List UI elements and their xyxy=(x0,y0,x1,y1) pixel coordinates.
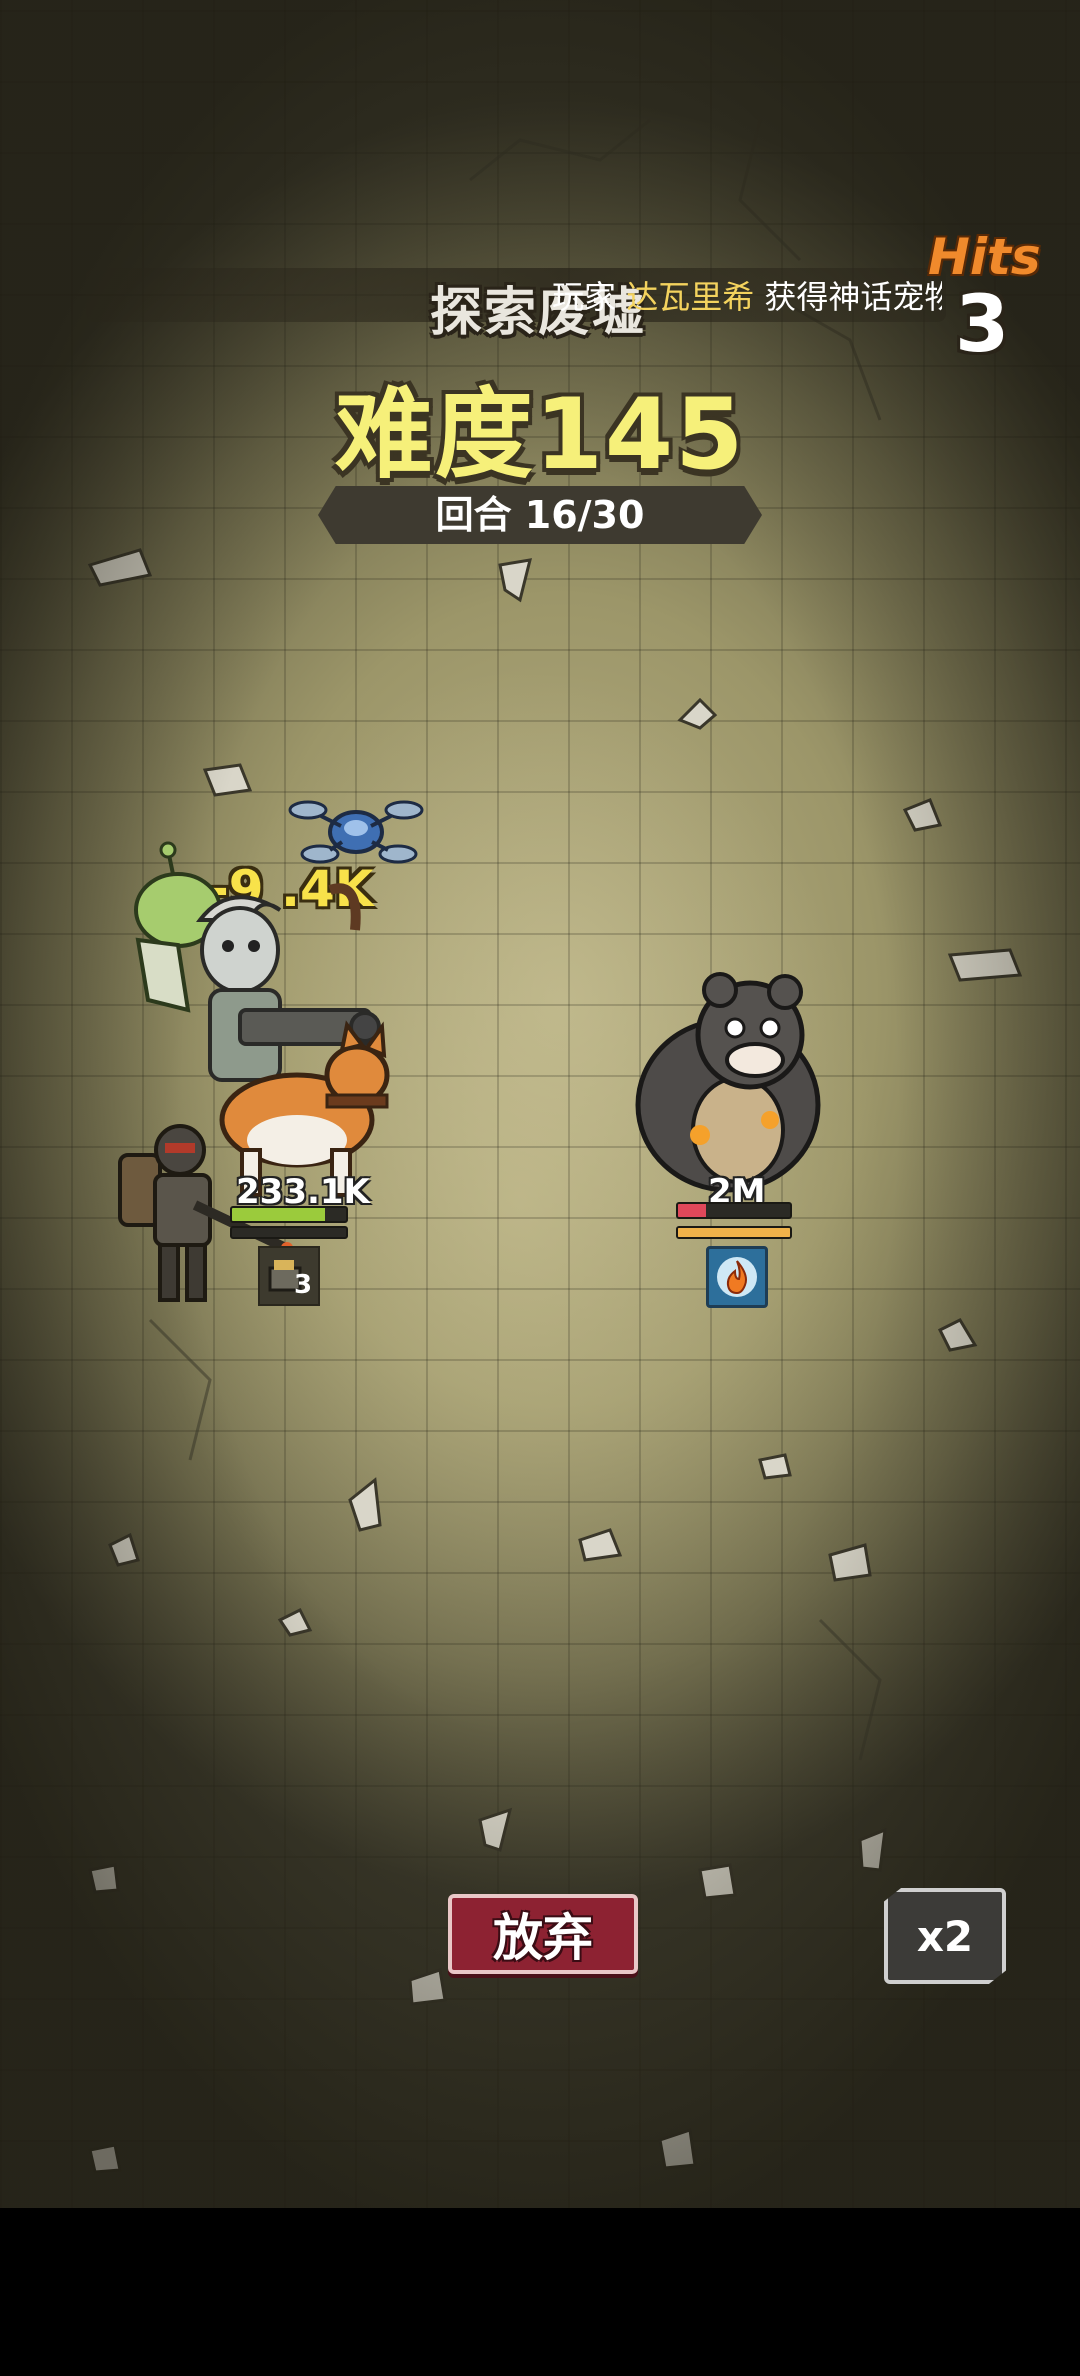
difficulty-title: 难度145 xyxy=(334,378,746,492)
bear-enemy-sprite[interactable] xyxy=(620,960,830,1200)
enemy-status-badge[interactable] xyxy=(706,1246,768,1308)
announcement-suffix: 获得神话宠物 xyxy=(764,278,942,316)
announcement-player-name: 达瓦里希 xyxy=(626,278,755,316)
team-energy-bar xyxy=(230,1226,348,1239)
enemy-hp-bar xyxy=(676,1202,792,1219)
round-counter: 回合 16/30 xyxy=(435,493,645,537)
drone-sprite xyxy=(288,800,424,864)
enemy-shield-bar xyxy=(676,1226,792,1239)
announcement-prefix: 玩家 xyxy=(552,278,617,316)
enemy-hp-bar-fill xyxy=(678,1204,706,1217)
speed-toggle-button[interactable]: x2 xyxy=(884,1888,1006,1984)
battle-field: 探索废墟 玩家 达瓦里希 获得神话宠物 Hits 3 难度145 回合 16/3… xyxy=(0,0,1080,2208)
fire-icon xyxy=(717,1257,757,1297)
announcement-text: 玩家 达瓦里希 获得神话宠物 xyxy=(552,270,942,324)
skill-charge-count: 3 xyxy=(294,1270,313,1300)
hits-label: Hits xyxy=(928,228,1041,286)
give-up-button[interactable]: 放弃 xyxy=(448,1894,638,1974)
team-hp-bar-fill xyxy=(232,1208,326,1221)
enemy-shield-bar-fill xyxy=(678,1228,790,1237)
system-navigation-bar xyxy=(0,2208,1080,2376)
team-hp-bar xyxy=(230,1206,348,1223)
